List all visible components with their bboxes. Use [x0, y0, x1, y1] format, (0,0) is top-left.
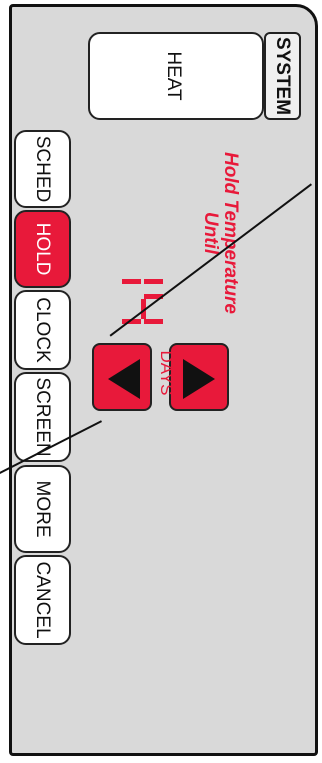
side-button-label: HOLD [32, 222, 54, 276]
days-value-display [122, 279, 163, 324]
side-button-label: CANCEL [32, 561, 54, 639]
digit-segment [144, 319, 163, 324]
days-up-button[interactable] [169, 343, 229, 411]
hold-title-line1: Hold Temperature [220, 152, 241, 314]
side-button-hold[interactable]: HOLD [14, 210, 71, 288]
hold-title-line2: Until [200, 211, 221, 255]
heat-mode-button[interactable]: HEAT [88, 32, 264, 120]
side-button-screen[interactable]: SCREEN [14, 372, 71, 462]
hold-title: Hold Temperature Until [200, 133, 241, 333]
side-button-clock[interactable]: CLOCK [14, 290, 71, 370]
side-button-sched[interactable]: SCHED [14, 130, 71, 208]
heat-mode-label: HEAT [163, 51, 184, 101]
days-label: DAYS [157, 350, 176, 396]
side-button-label: MORE [32, 480, 54, 538]
digit-segment [122, 279, 141, 284]
side-button-more[interactable]: MORE [14, 465, 71, 553]
system-label[interactable]: SYSTEM [264, 32, 301, 120]
system-label-text: SYSTEM [272, 36, 294, 116]
days-down-button[interactable] [92, 343, 152, 411]
side-button-label: SCHED [32, 135, 54, 203]
arrow-up-icon [183, 359, 215, 399]
side-button-cancel[interactable]: CANCEL [14, 555, 71, 645]
side-button-label: CLOCK [32, 297, 54, 363]
digit-segment [144, 279, 163, 284]
thermostat-panel: SYSTEM HEAT Hold Temperature Until 14 DA… [0, 0, 322, 763]
screen: SYSTEM HEAT Hold Temperature Until 14 DA… [0, 0, 322, 763]
arrow-down-icon [108, 359, 140, 399]
